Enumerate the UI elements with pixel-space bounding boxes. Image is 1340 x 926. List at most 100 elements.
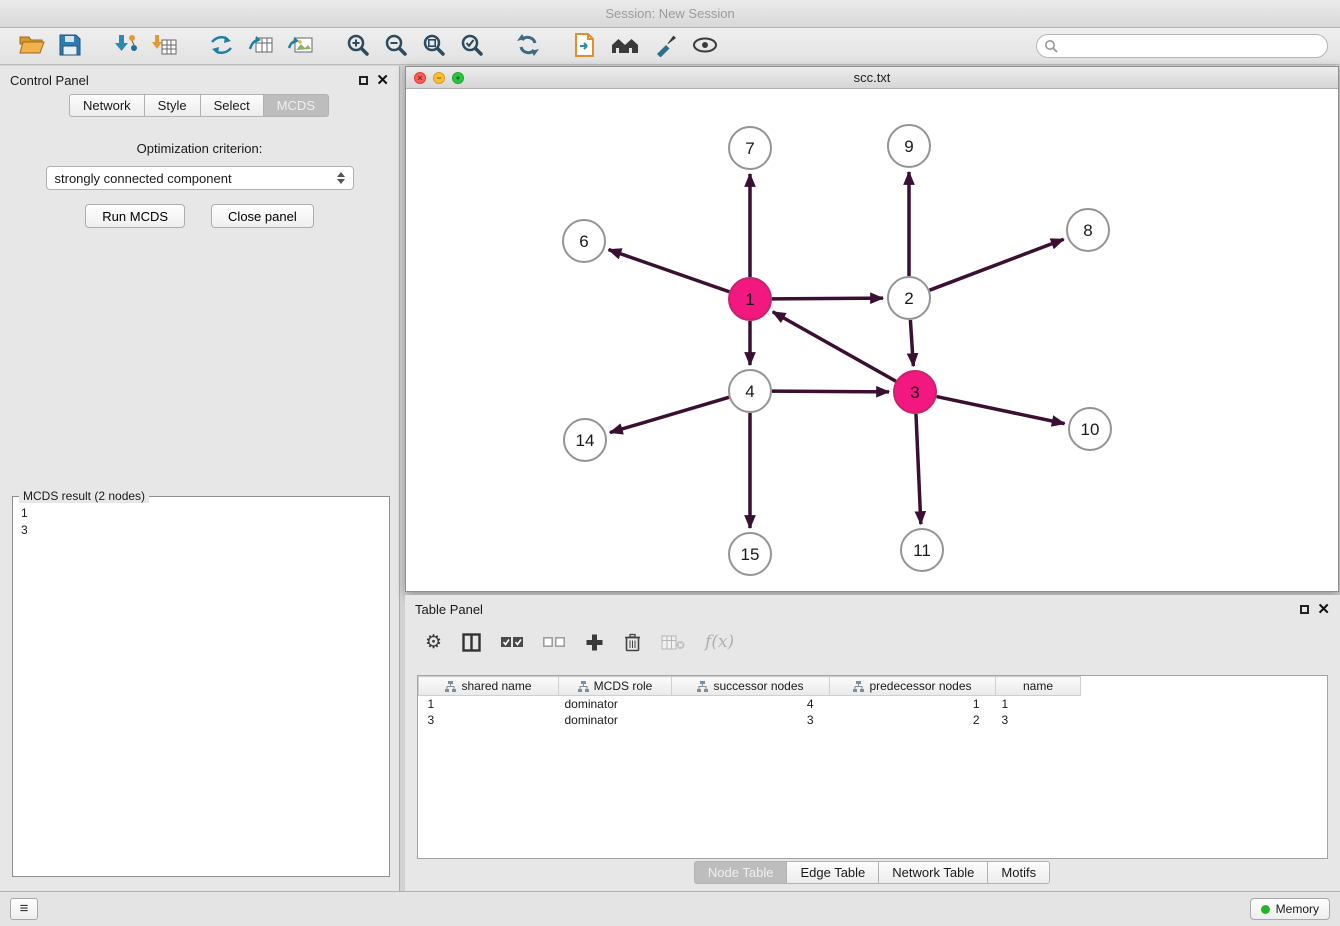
tab-motifs[interactable]: Motifs bbox=[987, 861, 1050, 884]
export-image-button[interactable] bbox=[281, 31, 321, 61]
tab-mcds[interactable]: MCDS bbox=[263, 94, 329, 117]
tab-style[interactable]: Style bbox=[144, 94, 201, 117]
graph-edge-3-11[interactable] bbox=[916, 414, 921, 524]
graph-edge-3-10[interactable] bbox=[937, 397, 1065, 424]
svg-text:10: 10 bbox=[1081, 420, 1100, 439]
zoom-fit-button[interactable] bbox=[415, 31, 453, 61]
home-button[interactable] bbox=[603, 31, 647, 61]
minimize-window-icon[interactable]: − bbox=[433, 72, 445, 84]
delete-column-button[interactable] bbox=[624, 633, 641, 652]
zoom-selected-icon bbox=[460, 33, 484, 60]
save-session-button[interactable] bbox=[52, 31, 88, 61]
graph-node-7[interactable]: 7 bbox=[729, 127, 771, 169]
network-canvas[interactable]: 7 9 6 8 1 2 4 3 14 10 15 11 bbox=[406, 90, 1338, 591]
tab-edge-table[interactable]: Edge Table bbox=[786, 861, 879, 884]
show-hide-button[interactable] bbox=[685, 31, 725, 61]
function-builder-button[interactable]: f(x) bbox=[705, 632, 734, 652]
tab-node-table[interactable]: Node Table bbox=[694, 861, 788, 884]
graph-node-11[interactable]: 11 bbox=[901, 529, 943, 571]
float-table-panel-icon[interactable] bbox=[1300, 605, 1309, 614]
import-network-icon bbox=[113, 33, 138, 60]
import-table-button[interactable] bbox=[145, 31, 184, 61]
close-table-panel-icon[interactable]: ✕ bbox=[1317, 604, 1330, 615]
svg-text:1: 1 bbox=[745, 290, 754, 309]
style-button[interactable] bbox=[647, 31, 685, 61]
column-header-successor-nodes[interactable]: successor nodes bbox=[672, 677, 830, 696]
show-columns-button[interactable] bbox=[462, 633, 481, 652]
control-panel-title: Control Panel bbox=[10, 73, 89, 88]
graph-node-2[interactable]: 2 bbox=[888, 277, 930, 319]
tab-network[interactable]: Network bbox=[69, 94, 145, 117]
graph-node-1[interactable]: 1 bbox=[729, 278, 771, 320]
dropdown-selected-value: strongly connected component bbox=[55, 171, 232, 186]
graph-edge-3-1[interactable] bbox=[773, 312, 896, 381]
graph-edge-4-14[interactable] bbox=[610, 397, 729, 432]
graph-edge-1-2[interactable] bbox=[772, 298, 883, 299]
graph-node-3[interactable]: 3 bbox=[894, 371, 936, 413]
network-graph: 7 9 6 8 1 2 4 3 14 10 15 11 bbox=[406, 90, 1338, 592]
delete-table-button[interactable] bbox=[661, 634, 685, 651]
delete-table-icon bbox=[661, 634, 685, 651]
task-history-button[interactable]: ≡ bbox=[10, 898, 38, 920]
new-network-button[interactable] bbox=[202, 31, 241, 61]
column-header-name[interactable]: name bbox=[996, 677, 1081, 696]
columns-icon bbox=[462, 633, 481, 652]
close-panel-icon[interactable]: ✕ bbox=[376, 75, 389, 86]
run-mcds-button[interactable]: Run MCDS bbox=[85, 204, 185, 228]
add-column-button[interactable] bbox=[585, 633, 604, 652]
memory-button[interactable]: Memory bbox=[1250, 898, 1330, 920]
graph-node-9[interactable]: 9 bbox=[888, 125, 930, 167]
graph-edge-2-3[interactable] bbox=[910, 320, 913, 366]
close-window-icon[interactable]: × bbox=[414, 72, 426, 84]
mcds-result-lines: 13 bbox=[13, 497, 389, 547]
home-icon bbox=[610, 33, 640, 60]
table-row[interactable]: 1dominator411 bbox=[419, 696, 1328, 712]
search-input[interactable] bbox=[1036, 34, 1328, 58]
table-settings-button[interactable]: ⚙ bbox=[425, 633, 442, 652]
float-panel-icon[interactable] bbox=[359, 76, 368, 85]
svg-text:3: 3 bbox=[910, 383, 919, 402]
column-header-mcds-role[interactable]: MCDS role bbox=[559, 677, 672, 696]
trash-icon bbox=[624, 633, 641, 652]
network-table-button[interactable] bbox=[241, 31, 281, 61]
zoom-in-icon bbox=[346, 33, 370, 60]
open-file-button[interactable] bbox=[12, 31, 52, 61]
mcds-result-box: MCDS result (2 nodes) 13 bbox=[12, 496, 390, 877]
refresh-view-button[interactable] bbox=[509, 31, 547, 61]
graph-node-8[interactable]: 8 bbox=[1067, 209, 1109, 251]
graph-node-15[interactable]: 15 bbox=[729, 533, 771, 575]
checked-boxes-icon bbox=[501, 635, 523, 649]
deselect-all-rows-button[interactable] bbox=[543, 635, 565, 649]
tab-select[interactable]: Select bbox=[200, 94, 264, 117]
network-window-titlebar[interactable]: × − + scc.txt bbox=[406, 67, 1338, 89]
attribute-icon bbox=[853, 681, 864, 692]
tab-network-table[interactable]: Network Table bbox=[878, 861, 988, 884]
network-window-title: scc.txt bbox=[854, 70, 891, 85]
svg-text:4: 4 bbox=[745, 382, 754, 401]
graph-node-14[interactable]: 14 bbox=[564, 419, 606, 461]
select-all-rows-button[interactable] bbox=[501, 635, 523, 649]
table-row[interactable]: 3dominator323 bbox=[419, 712, 1328, 728]
column-header-filler bbox=[1081, 677, 1328, 696]
zoom-selected-button[interactable] bbox=[453, 31, 491, 61]
graph-edge-4-3[interactable] bbox=[772, 391, 889, 392]
column-header-shared-name[interactable]: shared name bbox=[419, 677, 559, 696]
attribute-icon bbox=[445, 681, 456, 692]
svg-text:7: 7 bbox=[745, 139, 754, 158]
zoom-out-button[interactable] bbox=[377, 31, 415, 61]
open-document-button[interactable] bbox=[565, 31, 603, 61]
attribute-icon bbox=[578, 681, 589, 692]
graph-edge-2-8[interactable] bbox=[930, 239, 1064, 290]
graph-node-10[interactable]: 10 bbox=[1069, 408, 1111, 450]
column-header-predecessor-nodes[interactable]: predecessor nodes bbox=[830, 677, 996, 696]
svg-text:14: 14 bbox=[576, 431, 595, 450]
zoom-in-button[interactable] bbox=[339, 31, 377, 61]
maximize-window-icon[interactable]: + bbox=[452, 72, 464, 84]
import-network-button[interactable] bbox=[106, 31, 145, 61]
graph-node-6[interactable]: 6 bbox=[563, 220, 605, 262]
close-panel-button[interactable]: Close panel bbox=[211, 204, 314, 228]
control-panel: Control Panel ✕ Network Style Select MCD… bbox=[0, 66, 400, 891]
optimization-criterion-select[interactable]: strongly connected component bbox=[46, 166, 354, 190]
graph-node-4[interactable]: 4 bbox=[729, 370, 771, 412]
graph-edge-1-6[interactable] bbox=[609, 250, 730, 292]
